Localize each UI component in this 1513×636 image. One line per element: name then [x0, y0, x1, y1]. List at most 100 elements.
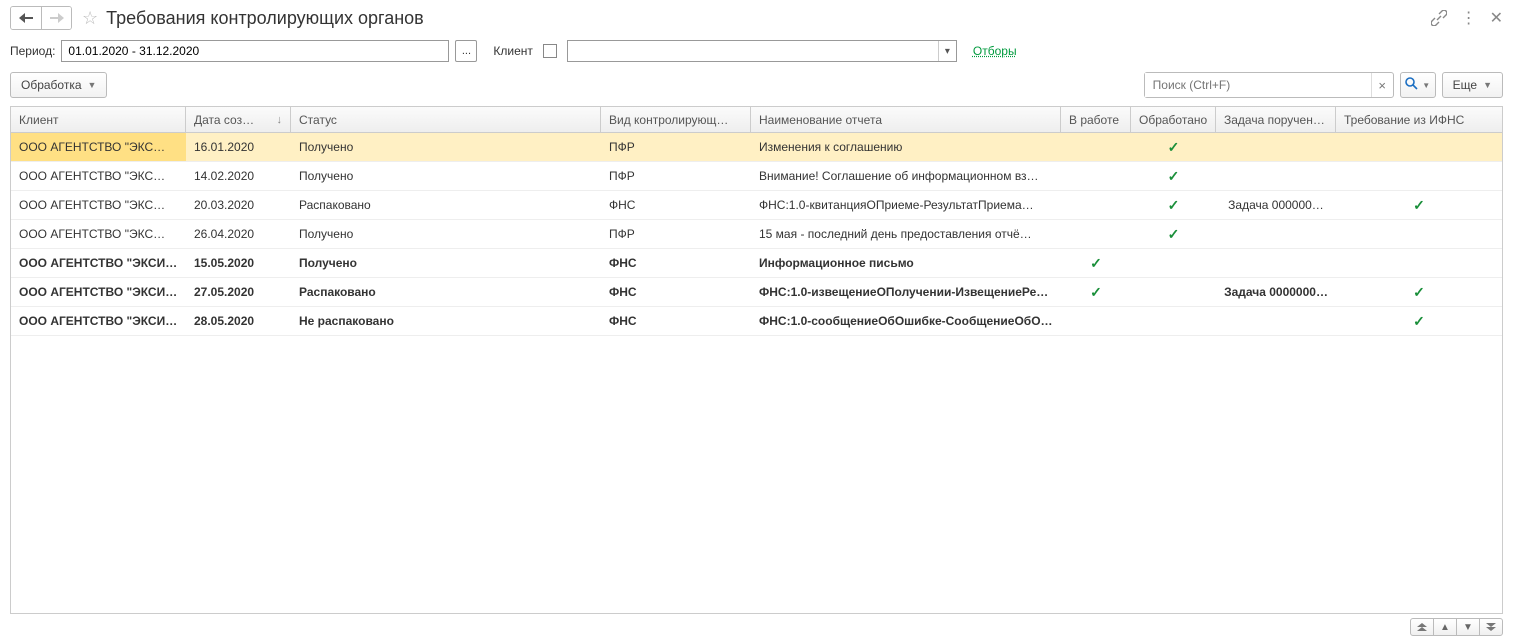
table-cell	[1131, 307, 1216, 335]
table-cell	[1336, 133, 1502, 161]
column-header-client[interactable]: Клиент	[11, 107, 186, 132]
table-cell: Получено	[291, 162, 601, 190]
table-cell	[1061, 162, 1131, 190]
table-cell: ООО АГЕНТСТВО "ЭКС…	[11, 191, 186, 219]
more-button-label: Еще	[1453, 78, 1477, 92]
table-row[interactable]: ООО АГЕНТСТВО "ЭКСИ…28.05.2020Не распако…	[11, 307, 1502, 336]
table-cell: 26.04.2020	[186, 220, 291, 248]
search-icon	[1405, 77, 1418, 93]
table-cell	[1216, 307, 1336, 335]
column-header-authority[interactable]: Вид контролирующ…	[601, 107, 751, 132]
column-header-processed[interactable]: Обработано	[1131, 107, 1216, 132]
client-select-dropdown-icon[interactable]: ▾	[938, 41, 956, 61]
table-cell: Внимание! Соглашение об информационном в…	[751, 162, 1061, 190]
table-cell: Задача 0000000…	[1216, 278, 1336, 306]
table-cell: Не распаковано	[291, 307, 601, 335]
check-icon: ✓	[1090, 255, 1102, 272]
table-cell: ✓	[1131, 162, 1216, 190]
table-cell	[1061, 191, 1131, 219]
column-header-report-name[interactable]: Наименование отчета	[751, 107, 1061, 132]
table-cell: Изменения к соглашению	[751, 133, 1061, 161]
table-row[interactable]: ООО АГЕНТСТВО "ЭКС…14.02.2020ПолученоПФР…	[11, 162, 1502, 191]
more-vertical-icon[interactable]: ⋮	[1461, 8, 1476, 28]
table-cell: ООО АГЕНТСТВО "ЭКСИ…	[11, 278, 186, 306]
client-select-input[interactable]	[568, 41, 938, 61]
table-cell: ООО АГЕНТСТВО "ЭКС…	[11, 220, 186, 248]
table-cell: ФНС:1.0-квитанцияОПриеме-РезультатПриема…	[751, 191, 1061, 219]
check-icon: ✓	[1090, 284, 1102, 301]
table-cell: 14.02.2020	[186, 162, 291, 190]
table-cell: ПФР	[601, 133, 751, 161]
page-title: Требования контролирующих органов	[106, 8, 1430, 29]
table-cell: Информационное письмо	[751, 249, 1061, 277]
client-filter-checkbox[interactable]	[543, 44, 557, 58]
table-row[interactable]: ООО АГЕНТСТВО "ЭКСИ…15.05.2020ПолученоФН…	[11, 249, 1502, 278]
period-input[interactable]	[61, 40, 449, 62]
table-cell	[1216, 220, 1336, 248]
table-cell: ФНС	[601, 249, 751, 277]
table-cell: ООО АГЕНТСТВО "ЭКС…	[11, 133, 186, 161]
check-icon: ✓	[1168, 197, 1180, 214]
chevron-down-icon: ▼	[1483, 80, 1492, 90]
table-cell: 15.05.2020	[186, 249, 291, 277]
table-cell	[1061, 307, 1131, 335]
table-cell: ФНС:1.0-извещениеОПолучении-ИзвещениеРе…	[751, 278, 1061, 306]
table-cell: ✓	[1061, 278, 1131, 306]
nav-forward-button[interactable]	[41, 7, 71, 29]
chevron-down-icon: ▼	[1422, 81, 1430, 90]
check-icon: ✓	[1168, 139, 1180, 156]
table-cell: ФНС	[601, 307, 751, 335]
nav-back-button[interactable]	[11, 7, 41, 29]
table-cell: ✓	[1131, 133, 1216, 161]
client-select[interactable]: ▾	[567, 40, 957, 62]
search-clear-button[interactable]: ×	[1371, 73, 1393, 97]
column-header-status[interactable]: Статус	[291, 107, 601, 132]
process-button[interactable]: Обработка ▼	[10, 72, 107, 98]
table-cell: 28.05.2020	[186, 307, 291, 335]
grid-body: ООО АГЕНТСТВО "ЭКС…16.01.2020ПолученоПФР…	[11, 133, 1502, 613]
grid-header: Клиент Дата соз…↓ Статус Вид контролирую…	[11, 107, 1502, 133]
period-label: Период:	[10, 44, 55, 58]
table-row[interactable]: ООО АГЕНТСТВО "ЭКСИ…27.05.2020Распакован…	[11, 278, 1502, 307]
table-row[interactable]: ООО АГЕНТСТВО "ЭКС…20.03.2020Распаковано…	[11, 191, 1502, 220]
column-header-date[interactable]: Дата соз…↓	[186, 107, 291, 132]
favorite-star-icon[interactable]: ☆	[82, 8, 98, 29]
table-cell	[1131, 249, 1216, 277]
data-grid: Клиент Дата соз…↓ Статус Вид контролирую…	[10, 106, 1503, 614]
table-cell: Распаковано	[291, 278, 601, 306]
table-cell	[1216, 249, 1336, 277]
search-input[interactable]	[1145, 73, 1371, 97]
table-cell: ✓	[1131, 191, 1216, 219]
link-icon[interactable]	[1431, 10, 1447, 26]
table-cell: Получено	[291, 249, 601, 277]
table-cell	[1216, 133, 1336, 161]
period-picker-button[interactable]: ...	[455, 40, 477, 62]
table-cell: 20.03.2020	[186, 191, 291, 219]
column-header-ifns[interactable]: Требование из ИФНС	[1336, 107, 1502, 132]
table-row[interactable]: ООО АГЕНТСТВО "ЭКС…16.01.2020ПолученоПФР…	[11, 133, 1502, 162]
close-icon[interactable]: ✕	[1490, 8, 1503, 28]
table-cell: ООО АГЕНТСТВО "ЭКСИ…	[11, 249, 186, 277]
table-row[interactable]: ООО АГЕНТСТВО "ЭКС…26.04.2020ПолученоПФР…	[11, 220, 1502, 249]
column-header-task[interactable]: Задача поручен…	[1216, 107, 1336, 132]
table-cell	[1061, 133, 1131, 161]
table-cell: ООО АГЕНТСТВО "ЭКСИ…	[11, 307, 186, 335]
chevron-down-icon: ▼	[88, 80, 97, 90]
more-button[interactable]: Еще ▼	[1442, 72, 1503, 98]
table-cell: ✓	[1336, 307, 1502, 335]
table-cell: Получено	[291, 133, 601, 161]
client-label: Клиент	[493, 44, 533, 58]
check-icon: ✓	[1413, 197, 1425, 214]
check-icon: ✓	[1168, 226, 1180, 243]
table-cell	[1061, 220, 1131, 248]
column-header-in-work[interactable]: В работе	[1061, 107, 1131, 132]
table-cell	[1131, 278, 1216, 306]
table-cell: ✓	[1336, 278, 1502, 306]
advanced-search-button[interactable]: ▼	[1400, 72, 1436, 98]
table-cell: ФНС	[601, 191, 751, 219]
table-cell	[1336, 249, 1502, 277]
table-cell: Получено	[291, 220, 601, 248]
filters-link[interactable]: Отборы	[973, 44, 1017, 58]
table-cell: ООО АГЕНТСТВО "ЭКС…	[11, 162, 186, 190]
table-cell	[1336, 220, 1502, 248]
